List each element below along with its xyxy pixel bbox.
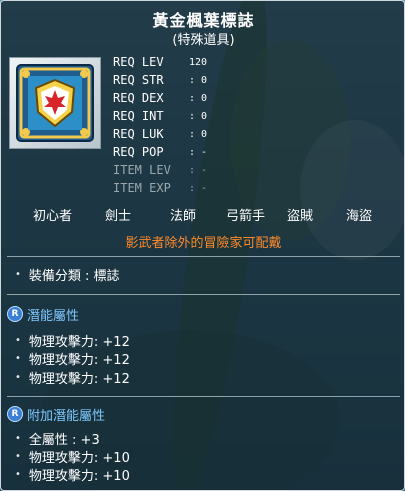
req-value: : - [189,182,208,194]
bullet-icon: • [15,468,21,480]
req-value: : - [189,164,208,176]
req-row: REQ DEX : 0 [113,89,207,107]
bonus-potential-line: • 全屬性 : +3 [15,429,100,448]
req-label: REQ INT [113,109,164,123]
potential-line: • 物理攻擊力: +12 [15,368,130,387]
job-list: 初心者 劍士 法師 弓箭手 盜賊 海盜 [1,205,405,225]
req-row: REQ INT : 0 [113,107,207,125]
job-warrior: 劍士 [105,209,132,224]
item-type: (特殊道具) [172,33,235,48]
potential-title: 潛能屬性 [27,308,80,324]
req-value: : - [189,146,208,158]
req-value: : 0 [189,128,208,140]
req-row: REQ LEV 120 [113,53,207,71]
gold-maple-emblem-icon [16,64,94,142]
item-name: 黃金楓葉標誌 [152,11,255,30]
requirement-list: REQ LEV 120 REQ STR : 0 REQ DEX : 0 REQ INT… [113,53,207,197]
bullet-icon: • [15,334,21,346]
equip-category: • 裝備分類 : 標誌 [15,265,120,284]
bonus-potential-line-text: 全屬性 : +3 [28,432,100,448]
rare-badge-icon: R [7,406,23,422]
req-label: ITEM LEV [113,163,171,177]
req-label: REQ DEX [113,91,164,105]
bullet-icon: • [15,352,21,364]
bonus-potential-line-text: 物理攻擊力: +10 [28,450,130,466]
job-beginner: 初心者 [33,209,73,224]
job-magician: 法師 [170,209,197,224]
bonus-potential-line-text: 物理攻擊力: +10 [28,468,130,484]
potential-line-text: 物理攻擊力: +12 [28,352,130,368]
req-row: REQ STR : 0 [113,71,207,89]
bonus-potential-header: R 附加潛能屬性 [7,405,106,424]
potential-line: • 物理攻擊力: +12 [15,331,130,350]
req-label: REQ POP [113,145,164,159]
item-tooltip: 黃金楓葉標誌 (特殊道具) REQ LEV 120 REQ STR : 0 REQ … [0,0,405,491]
job-restriction-note: 影武者除外的冒險家可配戴 [125,236,282,251]
req-value: : 0 [189,74,208,86]
divider [7,256,400,257]
potential-header: R 潛能屬性 [7,305,80,324]
req-label: REQ STR [113,73,164,87]
potential-line-text: 物理攻擊力: +12 [28,371,130,387]
item-icon-frame [9,57,101,149]
bullet-icon: • [15,371,21,383]
equip-category-text: 裝備分類 : 標誌 [28,268,120,284]
req-row: REQ LUK : 0 [113,125,207,143]
potential-line-text: 物理攻擊力: +12 [28,334,130,350]
rare-badge-icon: R [7,306,23,322]
bullet-icon: • [15,268,21,280]
item-level-row: ITEM LEV : - [113,161,207,179]
divider [7,294,400,295]
job-bowman: 弓箭手 [226,209,266,224]
req-label: REQ LEV [113,55,164,69]
job-thief: 盜賊 [287,209,314,224]
req-value: 120 [189,56,208,68]
req-value: : 0 [189,110,208,122]
req-row: REQ POP : - [113,143,207,161]
bullet-icon: • [15,432,21,444]
req-label: REQ LUK [113,127,164,141]
req-label: ITEM EXP [113,181,171,195]
bonus-potential-line: • 物理攻擊力: +10 [15,465,130,484]
bonus-potential-line: • 物理攻擊力: +10 [15,447,130,466]
job-pirate: 海盜 [346,209,373,224]
item-exp-row: ITEM EXP : - [113,179,207,197]
divider [7,396,400,397]
potential-line: • 物理攻擊力: +12 [15,349,130,368]
bonus-potential-title: 附加潛能屬性 [27,408,106,424]
req-value: : 0 [189,92,208,104]
bullet-icon: • [15,450,21,462]
